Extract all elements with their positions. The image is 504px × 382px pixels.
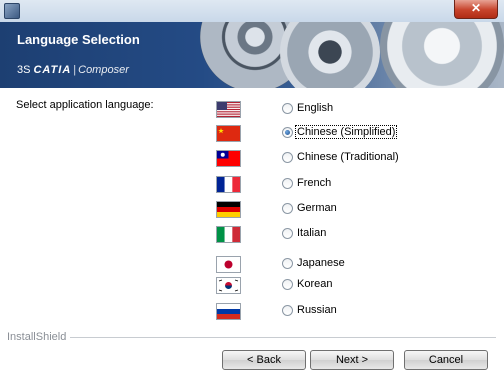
cancel-button[interactable]: Cancel	[404, 350, 488, 370]
korea-flag-icon	[216, 277, 241, 294]
logo-brand: CATIA	[33, 64, 72, 76]
japan-flag-icon	[216, 256, 241, 273]
logo-product: Composer	[78, 64, 129, 76]
language-label[interactable]: German	[297, 202, 337, 214]
header-banner: Language Selection 3S CATIA | Composer	[0, 22, 504, 88]
language-label[interactable]: Chinese (Simplified)	[294, 125, 398, 139]
logo-mark: 3S	[17, 64, 31, 76]
taiwan-flag-icon	[216, 150, 241, 167]
radio-chinese-simplified[interactable]	[282, 127, 293, 138]
footer-divider	[70, 337, 496, 338]
china-flag-icon	[216, 125, 241, 142]
radio-chinese-traditional[interactable]	[282, 152, 293, 163]
brake-disc-image	[380, 22, 504, 88]
language-option-english[interactable]: English	[0, 100, 504, 120]
close-button[interactable]: ✕	[454, 0, 498, 19]
next-button[interactable]: Next >	[310, 350, 394, 370]
radio-german[interactable]	[282, 203, 293, 214]
germany-flag-icon	[216, 201, 241, 218]
logo-separator: |	[73, 64, 77, 76]
language-label[interactable]: Russian	[297, 304, 337, 316]
us-flag-icon	[216, 101, 241, 118]
russia-flag-icon	[216, 303, 241, 320]
brake-disc-image	[280, 22, 380, 88]
radio-japanese[interactable]	[282, 258, 293, 269]
france-flag-icon	[216, 176, 241, 193]
radio-italian[interactable]	[282, 228, 293, 239]
radio-korean[interactable]	[282, 279, 293, 290]
title-bar: ✕	[0, 0, 504, 23]
radio-english[interactable]	[282, 103, 293, 114]
language-option-italian[interactable]: Italian	[0, 225, 504, 245]
page-title: Language Selection	[17, 32, 140, 47]
radio-french[interactable]	[282, 178, 293, 189]
language-option-japanese[interactable]: Japanese	[0, 255, 504, 275]
installshield-label: InstallShield	[7, 331, 67, 343]
language-label[interactable]: Japanese	[297, 257, 345, 269]
catia-composer-logo: 3S CATIA | Composer	[17, 64, 129, 76]
language-option-russian[interactable]: Russian	[0, 302, 504, 322]
italy-flag-icon	[216, 226, 241, 243]
installer-app-icon	[4, 3, 20, 19]
language-label[interactable]: English	[297, 102, 333, 114]
language-option-korean[interactable]: Korean	[0, 276, 504, 296]
language-label[interactable]: Korean	[297, 278, 332, 290]
language-label[interactable]: Italian	[297, 227, 326, 239]
language-label[interactable]: Chinese (Traditional)	[297, 151, 399, 163]
back-button[interactable]: < Back	[222, 350, 306, 370]
radio-russian[interactable]	[282, 305, 293, 316]
language-option-chinese-traditional[interactable]: Chinese (Traditional)	[0, 149, 504, 169]
language-option-french[interactable]: French	[0, 175, 504, 195]
language-option-chinese-simplified[interactable]: Chinese (Simplified)	[0, 124, 504, 144]
language-selection-panel: Select application language: English Chi…	[0, 89, 504, 325]
language-option-german[interactable]: German	[0, 200, 504, 220]
language-label[interactable]: French	[297, 177, 331, 189]
